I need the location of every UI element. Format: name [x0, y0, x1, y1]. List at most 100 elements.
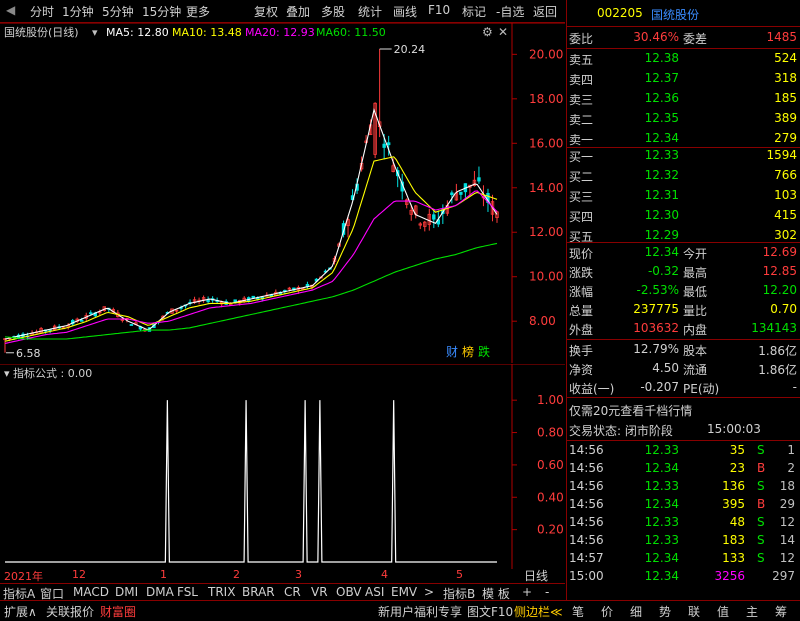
- trade-time: 15:00:03: [707, 422, 761, 436]
- toolbar-item-2[interactable]: 5分钟: [102, 3, 134, 20]
- indicator-tab-4[interactable]: DMA: [146, 585, 174, 599]
- promo-row[interactable]: 仅需20元查看千档行情: [567, 400, 800, 420]
- status-mid-0[interactable]: 新用户福利专享: [378, 603, 462, 620]
- candle-body: [382, 143, 386, 148]
- candle-body: [477, 177, 481, 182]
- bid-price: 12.30: [644, 208, 679, 222]
- toolbar-item-8[interactable]: 统计: [358, 3, 382, 20]
- bid-price: 12.29: [644, 228, 679, 242]
- tick-time: 15:00: [569, 569, 604, 583]
- back-arrow-icon[interactable]: ◀: [6, 3, 15, 17]
- period-label[interactable]: 日线: [524, 567, 548, 584]
- ask-volume: 279: [774, 131, 797, 145]
- toolbar-item-4[interactable]: 更多: [186, 3, 210, 20]
- y-tick-label: 12.00: [529, 225, 563, 239]
- ind-y-tick-label: 0.80: [537, 426, 564, 440]
- stock-code: 002205: [597, 6, 643, 20]
- indicator-tab-10[interactable]: OBV: [336, 585, 362, 599]
- ma20-label: MA20: 12.93: [245, 26, 315, 39]
- status-mid-2[interactable]: 侧边栏≪: [514, 603, 563, 620]
- status-tab-0[interactable]: 笔: [572, 603, 584, 620]
- candle-body: [386, 142, 391, 146]
- bid-volume: 302: [774, 228, 797, 242]
- date-tick-3: 2: [233, 568, 240, 581]
- toolbar-item-10[interactable]: F10: [428, 3, 450, 17]
- kline-chart[interactable]: 8.00 10.00 12.00 14.00 16.00 18.00 20.00 国统股份(日…: [0, 23, 565, 363]
- toolbar-item-3[interactable]: 15分钟: [142, 3, 181, 20]
- stat-value: 1.86亿: [758, 363, 797, 377]
- tick-time: 14:56: [569, 497, 604, 511]
- stat2-row: 净资 4.50 流通 1.86亿: [567, 359, 800, 379]
- toolbar-item-9[interactable]: 画线: [393, 3, 417, 20]
- badge-1[interactable]: 榜: [462, 344, 474, 359]
- stat-value: 4.50: [652, 361, 679, 375]
- indicator-tab-6[interactable]: TRIX: [208, 585, 235, 599]
- indicator-tab-7[interactable]: BRAR: [242, 585, 275, 599]
- bid-volume: 103: [774, 188, 797, 202]
- ask-volume: 185: [774, 91, 797, 105]
- status-tab-6[interactable]: 主: [746, 603, 758, 620]
- stat-row: 外盘 103632 内盘 134143: [567, 319, 800, 339]
- toolbar-item-11[interactable]: 标记: [462, 3, 486, 20]
- bid-label: 买四: [569, 210, 594, 224]
- tick-count: 29: [779, 497, 795, 511]
- gear-icon[interactable]: ⚙: [482, 25, 493, 39]
- date-tick-5: 4: [381, 568, 388, 581]
- toolbar-item-5[interactable]: 复权: [254, 3, 278, 20]
- stat-value: -2.53%: [636, 283, 679, 297]
- stat-label: 最低: [683, 285, 708, 299]
- weibi-value: 30.46%: [633, 30, 679, 44]
- close-icon[interactable]: ✕: [498, 25, 508, 39]
- stat-row: 总量 237775 量比 0.70: [567, 300, 800, 320]
- indicator-tab-3[interactable]: DMI: [115, 585, 138, 599]
- tick-price: 12.33: [644, 533, 679, 547]
- tick-side: B: [757, 497, 766, 511]
- indicator-tab-2[interactable]: MACD: [73, 585, 109, 599]
- indicator-tab-13[interactable]: >: [424, 585, 434, 599]
- indicator-chart[interactable]: ▾ 指标公式 : 0.00 0.20 0.40 0.60 0.80 1.00: [0, 364, 565, 569]
- indicator-tab-12[interactable]: EMV: [391, 585, 417, 599]
- ind-y-tick-label: 0.60: [537, 458, 564, 472]
- indicator-tab-5[interactable]: FSL: [177, 585, 198, 599]
- status-mid-1[interactable]: 图文F10: [467, 603, 513, 620]
- date-tick-1: 12: [72, 568, 86, 581]
- indicator-tab-8[interactable]: CR: [284, 585, 301, 599]
- stock-header: 002205 国统股份: [567, 4, 800, 24]
- status-tab-1[interactable]: 价: [601, 603, 613, 620]
- status-tab-2[interactable]: 细: [630, 603, 642, 620]
- indicator-tab-9[interactable]: VR: [311, 585, 328, 599]
- toolbar-item-12[interactable]: -自选: [496, 3, 524, 20]
- badge-0[interactable]: 财: [446, 345, 458, 359]
- status-left-0[interactable]: 扩展∧: [4, 603, 37, 620]
- indicator-tab-16[interactable]: +: [522, 585, 532, 599]
- indicator-tab-17[interactable]: -: [545, 585, 549, 599]
- tick-row: 14:56 12.33 48 S 12: [567, 513, 800, 533]
- badge-2[interactable]: 跌: [478, 344, 490, 359]
- tick-volume: 48: [729, 515, 745, 529]
- tick-volume: 395: [722, 497, 745, 511]
- toolbar-item-13[interactable]: 返回: [533, 3, 557, 20]
- status-tab-4[interactable]: 联: [688, 603, 700, 620]
- stat-value: 12.20: [762, 283, 797, 297]
- weicha-value: 1485: [766, 30, 797, 44]
- status-left-2[interactable]: 财富圈: [100, 603, 136, 620]
- indicator-title: ▾ 指标公式 : 0.00: [4, 366, 92, 380]
- status-tab-3[interactable]: 势: [659, 603, 671, 620]
- toolbar-item-6[interactable]: 叠加: [286, 3, 310, 20]
- ask-row: 卖三 12.36 185: [567, 89, 800, 109]
- stat-value: 12.79%: [633, 342, 679, 356]
- tick-side: S: [757, 443, 765, 457]
- toolbar-item-1[interactable]: 1分钟: [62, 3, 94, 20]
- toolbar-item-0[interactable]: 分时: [30, 3, 54, 20]
- indicator-tab-11[interactable]: ASI: [365, 585, 384, 599]
- tick-count: 14: [779, 533, 795, 547]
- bid-row: 买二 12.32 766: [567, 166, 800, 186]
- status-left-1[interactable]: 关联报价: [46, 603, 94, 620]
- status-tab-7[interactable]: 筹: [775, 603, 787, 620]
- candle-body: [450, 192, 454, 196]
- status-tab-5[interactable]: 值: [717, 603, 729, 620]
- tick-side: S: [757, 515, 765, 529]
- toolbar-item-7[interactable]: 多股: [321, 3, 345, 20]
- stock-title: 国统股份(日线): [4, 25, 79, 39]
- tick-row: 14:56 12.34 23 B 2: [567, 459, 800, 479]
